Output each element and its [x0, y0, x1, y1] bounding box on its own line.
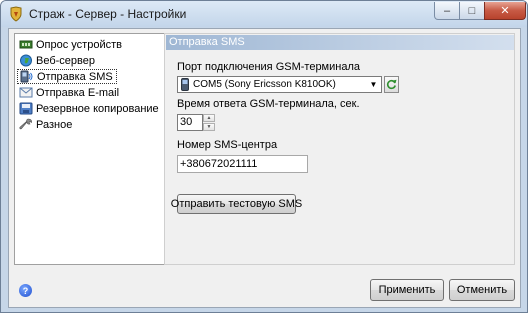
refresh-icon: [386, 79, 397, 90]
window-title: Страж - Сервер - Настройки: [29, 7, 187, 21]
apply-button[interactable]: Применить: [370, 279, 444, 301]
sidebar-item-label: Веб-сервер: [36, 54, 95, 67]
minimize-button[interactable]: –: [434, 2, 460, 20]
smsc-label: Номер SMS-центра: [177, 139, 278, 151]
sidebar-item-sms[interactable]: Отправка SMS: [17, 69, 117, 84]
sidebar-item-label: Разное: [36, 118, 73, 131]
timeout-spinner[interactable]: 30 ▲ ▼: [177, 114, 215, 131]
sidebar-item-email[interactable]: Отправка E-mail: [17, 85, 122, 100]
title-bar[interactable]: Страж - Сервер - Настройки – □ ✕: [1, 1, 527, 27]
port-label: Порт подключения GSM-терминала: [177, 61, 360, 73]
close-button[interactable]: ✕: [484, 2, 526, 20]
sidebar-item-label: Опрос устройств: [36, 38, 122, 51]
panel-header: Отправка SMS: [166, 35, 514, 50]
chevron-down-icon[interactable]: ▼: [367, 78, 380, 91]
maximize-button[interactable]: □: [459, 2, 485, 20]
timeout-input[interactable]: 30: [177, 114, 203, 131]
app-logo-icon: [10, 6, 22, 22]
globe-icon: [20, 54, 32, 67]
sidebar-item-label: Резервное копирование: [36, 102, 159, 115]
smsc-number-input[interactable]: +380672021111: [177, 155, 308, 173]
timeout-label: Время ответа GSM-терминала, сек.: [177, 98, 360, 110]
sms-icon: [20, 70, 33, 83]
send-test-sms-button[interactable]: Отправить тестовую SMS: [171, 194, 302, 214]
spin-up-button[interactable]: ▲: [203, 114, 215, 122]
settings-window: Страж - Сервер - Настройки – □ ✕ Опрос у…: [0, 0, 528, 313]
port-select-value: COM5 (Sony Ericsson K810OK): [193, 79, 336, 90]
sidebar-item-web-server[interactable]: Веб-сервер: [17, 53, 98, 68]
sidebar-item-label: Отправка E-mail: [36, 86, 120, 99]
cancel-button[interactable]: Отменить: [449, 279, 515, 301]
sidebar-item-misc[interactable]: Разное: [17, 117, 75, 132]
settings-category-list[interactable]: Опрос устройств Веб-сервер Отправка SMS: [14, 33, 167, 265]
sidebar-item-label: Отправка SMS: [37, 70, 113, 83]
wrench-icon: [19, 118, 32, 130]
port-select[interactable]: COM5 (Sony Ericsson K810OK) ▼: [177, 76, 382, 93]
phone-icon: [181, 78, 189, 91]
device-poll-icon: [19, 40, 33, 49]
sidebar-item-backup[interactable]: Резервное копирование: [17, 101, 162, 116]
backup-icon: [19, 102, 33, 115]
help-icon[interactable]: ?: [19, 284, 32, 297]
spin-down-button[interactable]: ▼: [203, 123, 215, 131]
sms-settings-panel: Отправка SMS Порт подключения GSM-термин…: [164, 33, 515, 265]
sidebar-item-device-polling[interactable]: Опрос устройств: [17, 37, 125, 52]
dialog-body: Опрос устройств Веб-сервер Отправка SMS: [8, 28, 521, 308]
refresh-ports-button[interactable]: [384, 76, 399, 93]
email-icon: [19, 87, 33, 98]
